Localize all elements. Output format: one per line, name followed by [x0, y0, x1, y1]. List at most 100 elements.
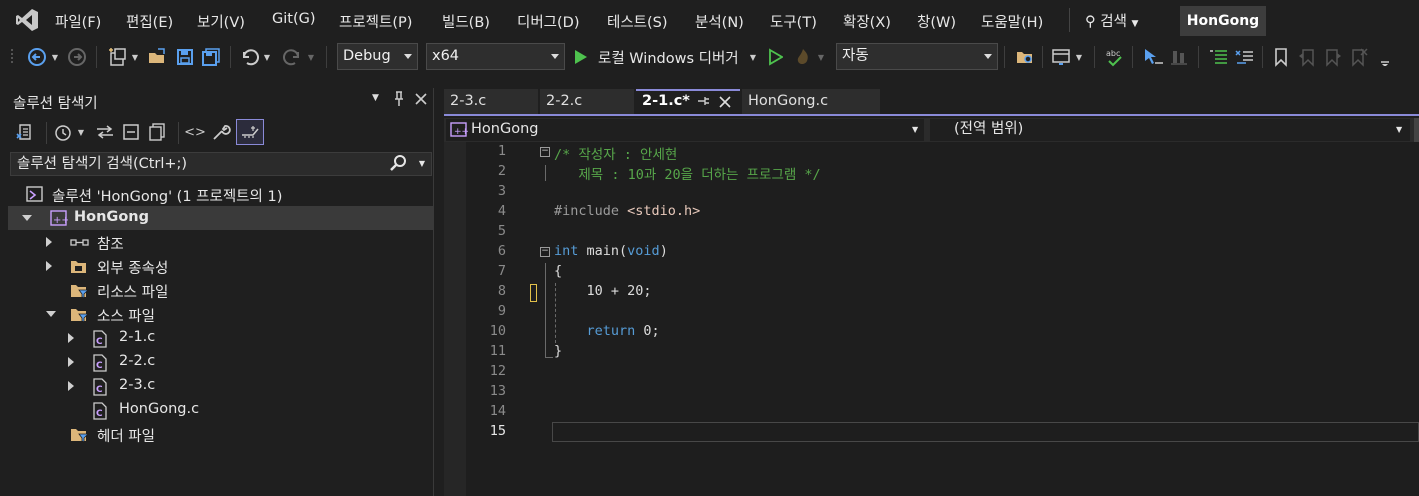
show-all-files-icon[interactable] — [146, 122, 168, 142]
code-line[interactable]: 10 + 20; — [554, 283, 652, 299]
forward-icon[interactable] — [66, 47, 88, 67]
prev-bookmark-icon[interactable] — [1296, 47, 1318, 67]
view-code-icon[interactable]: <> — [184, 122, 206, 142]
code-line[interactable]: int main(void) — [554, 243, 668, 259]
collapsed-arrow-icon[interactable] — [68, 381, 74, 391]
tree-item[interactable]: C HonGong.c — [8, 398, 434, 422]
code-line[interactable]: } — [554, 343, 562, 359]
tree-item[interactable]: C 2-3.c — [8, 374, 434, 398]
menu-item[interactable]: 확장(X) — [843, 11, 891, 32]
tree-item[interactable]: C 2-1.c — [8, 326, 434, 350]
back-icon[interactable] — [26, 47, 48, 67]
chevron-down-icon[interactable]: ▼ — [306, 47, 316, 67]
tree-item[interactable]: C 2-2.c — [8, 350, 434, 374]
solution-search-input[interactable]: 솔루션 탐색기 검색(Ctrl+;) ▼ — [10, 152, 432, 176]
close-icon[interactable] — [414, 90, 428, 112]
collapse-region-icon[interactable]: − — [540, 247, 550, 257]
select-icon[interactable] — [1142, 47, 1164, 67]
redo-icon[interactable] — [282, 47, 304, 67]
menu-item[interactable]: Git(G) — [272, 11, 316, 27]
pin-icon[interactable] — [696, 93, 710, 116]
spell-check-icon[interactable]: abc — [1104, 47, 1126, 67]
properties-wrench-icon[interactable] — [210, 122, 232, 142]
tree-item[interactable]: 리소스 파일 — [8, 278, 434, 302]
window-layout-icon[interactable] — [1050, 47, 1072, 67]
menu-item[interactable]: 보기(V) — [197, 11, 245, 32]
clear-bookmarks-icon[interactable] — [1348, 47, 1370, 67]
profile-badge[interactable]: HonGong — [1180, 6, 1266, 36]
chevron-down-icon[interactable]: ▼ — [130, 47, 140, 67]
chevron-down-icon[interactable]: ▼ — [1074, 47, 1084, 67]
collapsed-arrow-icon[interactable] — [68, 357, 74, 367]
close-icon[interactable] — [718, 93, 732, 116]
tab-2-3-c[interactable]: 2-3.c — [444, 89, 538, 114]
switch-views-icon[interactable] — [14, 122, 36, 142]
undo-icon[interactable] — [238, 47, 260, 67]
menu-item[interactable]: 프로젝트(P) — [339, 11, 412, 32]
code-line[interactable]: return 0; — [554, 323, 660, 339]
menu-item[interactable]: 빌드(B) — [442, 11, 490, 32]
chevron-down-icon[interactable]: ▼ — [76, 122, 86, 142]
pin-icon[interactable] — [392, 90, 406, 112]
new-project-icon[interactable] — [106, 47, 128, 67]
chevron-down-icon[interactable]: ▼ — [816, 47, 826, 67]
search-icon[interactable] — [389, 153, 407, 180]
project-navigation-dropdown[interactable]: ++ HonGong ▼ — [446, 119, 924, 141]
chevron-down-icon[interactable]: ▼ — [262, 47, 272, 67]
save-all-icon[interactable] — [200, 47, 222, 67]
menu-item[interactable]: 도구(T) — [770, 11, 817, 32]
auto-dropdown[interactable]: 자동 — [836, 43, 998, 70]
open-folder-icon[interactable] — [146, 47, 168, 67]
menu-item[interactable]: 창(W) — [917, 11, 956, 32]
chevron-down-icon[interactable]: ▼ — [372, 93, 379, 103]
comment-lines-icon[interactable] — [1208, 47, 1230, 67]
chevron-down-icon[interactable]: ▼ — [748, 47, 758, 67]
collapsed-arrow-icon[interactable] — [46, 237, 52, 247]
tree-item[interactable]: ++ HonGong — [8, 206, 434, 230]
menu-item[interactable]: 디버그(D) — [517, 11, 580, 32]
expanded-arrow-icon[interactable] — [22, 215, 32, 221]
collapse-all-icon[interactable] — [120, 122, 142, 142]
tree-item[interactable]: 솔루션 'HonGong' (1 프로젝트의 1) — [8, 182, 434, 206]
menu-item[interactable]: 도움말(H) — [981, 11, 1043, 32]
configuration-dropdown[interactable]: Debug — [337, 43, 418, 70]
menu-item[interactable]: 분석(N) — [695, 11, 744, 32]
hot-reload-icon[interactable] — [792, 47, 814, 67]
menu-item[interactable]: 편집(E) — [126, 11, 173, 32]
preview-selected-items-icon[interactable] — [236, 119, 264, 145]
local-debugger-label[interactable]: 로컬 Windows 디버거 — [598, 47, 739, 68]
bookmark-icon[interactable] — [1270, 47, 1292, 67]
split-button[interactable] — [1414, 118, 1419, 142]
code-line[interactable]: #include <stdio.h> — [554, 203, 700, 219]
collapse-region-icon[interactable]: − — [540, 147, 550, 157]
pending-changes-filter-icon[interactable] — [52, 122, 74, 142]
tab-hongong-c[interactable]: HonGong.c — [742, 89, 880, 114]
align-icon[interactable] — [1168, 47, 1190, 67]
chevron-down-icon[interactable]: ▼ — [419, 153, 425, 175]
code-area[interactable]: 1 2 3 4 5 6 7 8 9 10 11 12 13 14 15− − /* 작성자 : 안세현 제목 … — [444, 142, 1419, 496]
start-debugging-icon[interactable] — [569, 47, 591, 67]
tab-2-2-c[interactable]: 2-2.c — [540, 89, 634, 114]
platform-dropdown[interactable]: x64 — [426, 43, 565, 70]
find-in-files-icon[interactable] — [1014, 47, 1036, 67]
sync-with-active-document-icon[interactable] — [94, 122, 116, 142]
toolbar-overflow-icon[interactable] — [1378, 47, 1392, 67]
code-line[interactable]: { — [554, 263, 562, 279]
chevron-down-icon[interactable]: ▼ — [50, 47, 60, 67]
tab-2-1-c-[interactable]: 2-1.c* — [636, 89, 740, 114]
next-bookmark-icon[interactable] — [1322, 47, 1344, 67]
expanded-arrow-icon[interactable] — [46, 311, 56, 317]
search-box[interactable]: ⚲ 검색 ▼ — [1069, 8, 1138, 32]
menu-item[interactable]: 테스트(S) — [607, 11, 668, 32]
collapsed-arrow-icon[interactable] — [46, 261, 52, 271]
code-line[interactable]: 제목 : 10과 20을 더하는 프로그램 */ — [554, 163, 820, 183]
code-line[interactable]: /* 작성자 : 안세현 — [554, 143, 677, 163]
save-icon[interactable] — [174, 47, 196, 67]
tree-item[interactable]: 참조 — [8, 230, 434, 254]
start-without-debugging-icon[interactable] — [764, 47, 786, 67]
visual-studio-logo-icon[interactable] — [14, 7, 40, 33]
collapsed-arrow-icon[interactable] — [68, 333, 74, 343]
tree-item[interactable]: 소스 파일 — [8, 302, 434, 326]
tree-item[interactable]: 헤더 파일 — [8, 422, 434, 446]
menu-item[interactable]: 파일(F) — [55, 11, 101, 32]
